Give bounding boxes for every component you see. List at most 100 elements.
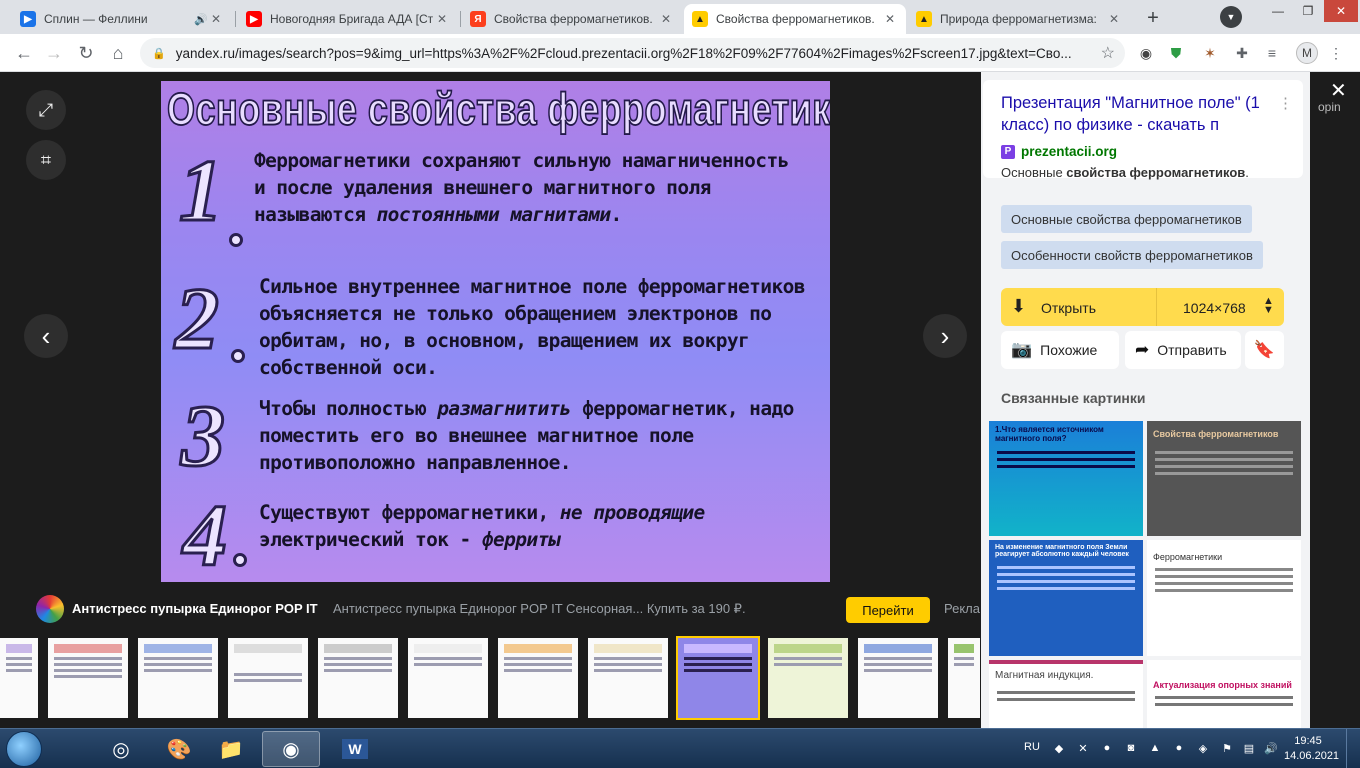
tab-title: Свойства ферромагнетиков. (494, 12, 653, 26)
similar-button[interactable]: 📷 Похожие (1001, 331, 1119, 369)
related-query-tag[interactable]: Особенности свойств ферромагнетиков (1001, 241, 1263, 269)
item-emphasis: не проводящие (559, 501, 705, 524)
media-controls-icon[interactable]: ≡ (1262, 43, 1282, 63)
thumbnail[interactable] (768, 638, 848, 718)
chrome-icon[interactable]: ◉ (262, 731, 320, 767)
browser-toolbar: ← → ↻ ⌂ 🔒 yandex.ru/images/search?pos=9&… (0, 34, 1360, 72)
tab-4-active[interactable]: ▲ Свойства ферромагнетиков. ✕ (684, 4, 906, 34)
ad-logo-icon (36, 595, 64, 623)
explorer-folder-icon[interactable]: 📁 (202, 731, 260, 767)
restore-button[interactable]: ❐ (1294, 0, 1322, 22)
related-query-tag[interactable]: Основные свойства ферромагнетиков (1001, 205, 1252, 233)
close-tab-icon[interactable]: ✕ (1106, 12, 1122, 26)
thumbnail-selected[interactable] (676, 636, 760, 720)
start-button[interactable] (6, 731, 42, 767)
crop-icon[interactable]: ⌗ (26, 140, 66, 180)
close-tab-icon[interactable]: ✕ (208, 12, 224, 26)
home-button[interactable]: ⌂ (104, 39, 132, 67)
thumbnail[interactable] (228, 638, 308, 718)
related-image[interactable]: Актуализация опорных знаний (1147, 660, 1301, 728)
kebab-menu-icon[interactable]: ⋮ (1326, 43, 1346, 63)
thumbnail[interactable] (48, 638, 128, 718)
speaker-icon[interactable]: 🔊 (194, 13, 208, 26)
paint-icon[interactable]: 🎨 (150, 731, 208, 767)
close-tab-icon[interactable]: ✕ (434, 12, 450, 26)
word-icon[interactable]: W (326, 731, 384, 767)
related-image[interactable]: На изменение магнитного поля Земли реаги… (989, 540, 1143, 656)
tray-app-icon[interactable]: ◙ (1124, 741, 1138, 755)
clock[interactable]: 19:45 14.06.2021 (1284, 734, 1339, 764)
item-text: Чтобы полностью (259, 397, 438, 420)
site-name: prezentacii.org (1021, 144, 1118, 159)
tab-2[interactable]: ▶ Новогодняя Бригада АДА [Ст ✕ (238, 4, 458, 34)
tab-5[interactable]: ▲ Природа ферромагнетизма: ✕ (908, 4, 1130, 34)
steam-icon[interactable]: ◎ (92, 731, 150, 767)
share-button[interactable]: ➦ Отправить (1125, 331, 1241, 369)
flag-icon[interactable]: ⚑ (1220, 741, 1234, 755)
lock-icon[interactable]: 🔒 (152, 47, 166, 60)
thumbnail[interactable] (318, 638, 398, 718)
size-selector[interactable]: 1024×768 (1183, 300, 1246, 316)
yandex-images-icon: ▲ (916, 11, 932, 27)
extensions-puzzle-icon[interactable]: ✚ (1232, 43, 1252, 63)
slide-number-4: 4 (182, 487, 229, 583)
source-title-link[interactable]: Презентация "Магнитное поле" (1 класс) п… (1001, 92, 1271, 136)
related-image[interactable]: Магнитная индукция. (989, 660, 1143, 728)
tray-app-icon[interactable]: ● (1100, 741, 1114, 755)
tab-1[interactable]: ▶ Сплин — Феллини 🔊 ✕ (12, 4, 232, 34)
thumbnail[interactable] (858, 638, 938, 718)
info-panel: Презентация "Магнитное поле" (1 класс) п… (981, 72, 1310, 728)
tray-app-icon[interactable]: ◆ (1052, 741, 1066, 755)
close-tab-icon[interactable]: ✕ (658, 12, 674, 26)
thumbnail[interactable] (498, 638, 578, 718)
fullscreen-icon[interactable]: ⤢ (26, 90, 66, 130)
next-image-button[interactable]: › (923, 314, 967, 358)
thumbnail[interactable] (408, 638, 488, 718)
tray-app-icon[interactable]: ✕ (1076, 741, 1090, 755)
related-image-title: Свойства ферромагнетиков (1153, 429, 1279, 439)
tab-strip: ▶ Сплин — Феллини 🔊 ✕ ▶ Новогодняя Брига… (0, 0, 1360, 34)
source-site[interactable]: P prezentacii.org (1001, 144, 1117, 159)
ad-go-button[interactable]: Перейти (846, 597, 930, 623)
more-options-icon[interactable]: ⋮ (1278, 94, 1293, 112)
prev-image-button[interactable]: ‹ (24, 314, 68, 358)
back-button[interactable]: ← (10, 39, 38, 67)
shield-extension-icon[interactable]: ⛊ (1166, 43, 1186, 63)
size-arrows-icon[interactable]: ▲ ▼ (1263, 296, 1274, 316)
tab-search-icon[interactable]: ▼ (1220, 6, 1242, 28)
bookmark-star-icon[interactable]: ☆ (1101, 43, 1115, 63)
new-tab-button[interactable]: + (1140, 5, 1166, 31)
forward-button[interactable]: → (40, 39, 68, 67)
reload-button[interactable]: ↻ (72, 39, 100, 67)
network-icon[interactable]: ▤ (1242, 741, 1256, 755)
minimize-button[interactable]: — (1264, 0, 1292, 22)
tray-app-icon[interactable]: ▲ (1148, 741, 1162, 755)
ad-title[interactable]: Антистресс пупырка Единорог POP IT (72, 601, 318, 616)
show-desktop-button[interactable] (1346, 729, 1360, 768)
close-tab-icon[interactable]: ✕ (882, 12, 898, 26)
language-indicator[interactable]: RU (1024, 741, 1040, 753)
related-image[interactable]: 1.Что является источником магнитного пол… (989, 421, 1143, 536)
related-image-title: 1.Что является источником магнитного пол… (995, 425, 1104, 443)
tab-3[interactable]: Я Свойства ферромагнетиков. ✕ (462, 4, 682, 34)
related-image[interactable]: Свойства ферромагнетиков (1147, 421, 1301, 536)
related-image[interactable]: Ферромагнетики (1147, 540, 1301, 656)
address-bar[interactable]: 🔒 yandex.ru/images/search?pos=9&img_url=… (140, 38, 1125, 68)
camera-icon: 📷 (1011, 340, 1033, 359)
slide-image: Основные свойства ферромагнетиков: 1 Фер… (161, 81, 830, 582)
volume-icon[interactable]: 🔊 (1264, 741, 1278, 755)
thumbnail[interactable] (948, 638, 980, 718)
window-close-button[interactable]: ✕ (1324, 0, 1358, 22)
source-description: Основные свойства ферромагнетиков. (1001, 165, 1249, 180)
tray-app-icon[interactable]: ◈ (1196, 741, 1210, 755)
open-image-button[interactable]: ⬇ Открыть 1024×768 ▲ ▼ (1001, 288, 1284, 326)
open-label: Открыть (1041, 300, 1096, 316)
bug-extension-icon[interactable]: ✶ (1200, 43, 1220, 63)
tray-app-icon[interactable]: ● (1172, 741, 1186, 755)
profile-avatar[interactable]: M (1296, 42, 1318, 64)
thumbnail[interactable] (588, 638, 668, 718)
thumbnail[interactable] (0, 638, 38, 718)
thumbnail[interactable] (138, 638, 218, 718)
bookmark-button[interactable]: 🔖 (1245, 331, 1284, 369)
owl-extension-icon[interactable]: ◉ (1136, 43, 1156, 63)
